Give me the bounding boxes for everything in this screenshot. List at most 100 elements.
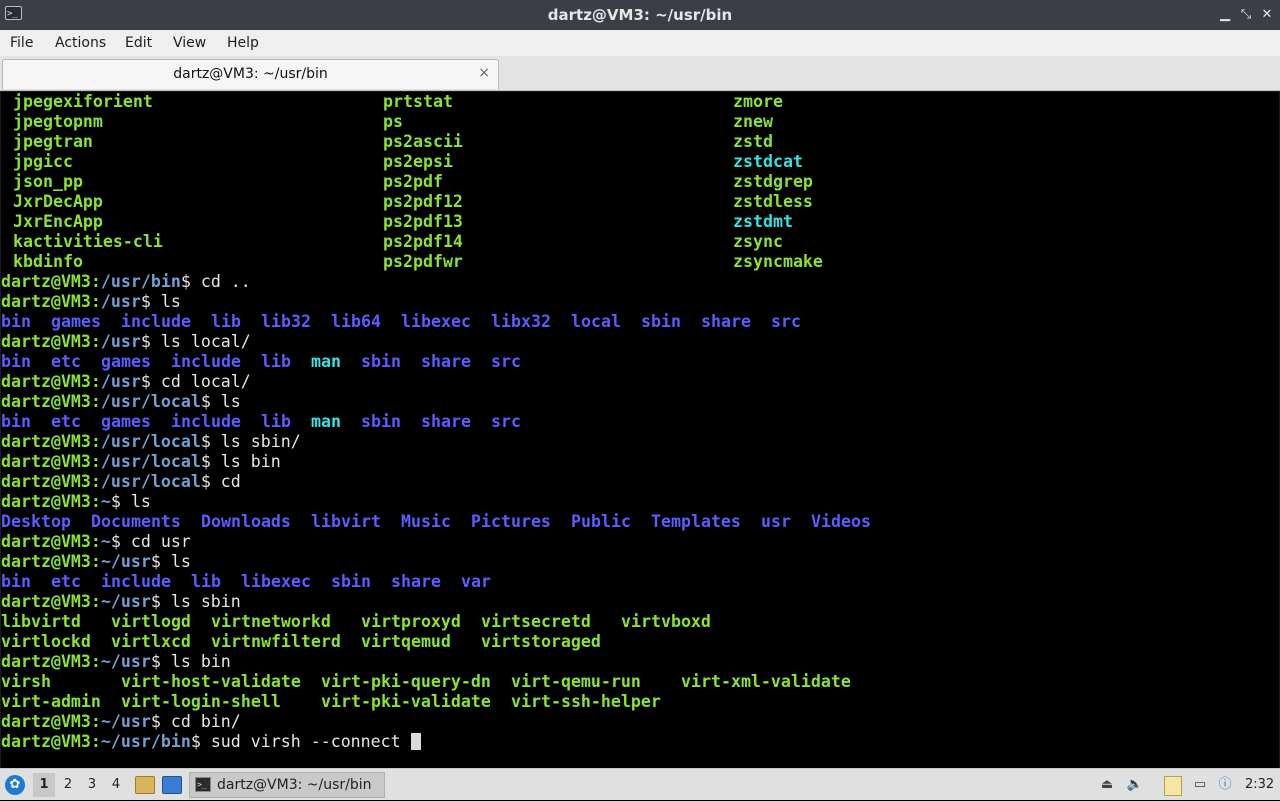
output-item: var — [461, 572, 491, 591]
output-item: virt-ssh-helper — [511, 692, 661, 711]
prompt-symbol: $ — [150, 652, 161, 671]
output-item: libvirtd — [1, 612, 81, 631]
output-item: bin — [1, 312, 31, 331]
tab-terminal[interactable]: dartz@VM3: ~/usr/bin × — [2, 59, 499, 89]
prompt-line: dartz@VM3:/usr/local$ ls — [1, 392, 241, 412]
minimize-button[interactable]: ▁ — [1216, 6, 1234, 24]
prompt-line: dartz@VM3:/usr$ cd local/ — [1, 372, 251, 392]
disk-icon[interactable]: ⏏ — [1098, 776, 1116, 794]
prompt-symbol: $ — [180, 272, 191, 291]
listing-item: zstdcat — [733, 152, 803, 171]
command-text: ls bin — [160, 652, 231, 671]
output-item: include — [171, 412, 241, 431]
command-text: ls bin — [210, 452, 281, 471]
command-text: ls — [210, 392, 241, 411]
command-text: ls — [160, 552, 191, 571]
output-item: libvirt — [311, 512, 381, 531]
output-item: bin — [1, 412, 31, 431]
workspace-4[interactable]: 4 — [105, 773, 127, 797]
desktop-icon[interactable] — [162, 776, 182, 794]
prompt-path: ~ — [100, 532, 111, 551]
prompt-line: dartz@VM3:~$ ls — [1, 492, 151, 512]
prompt-path: /usr/local — [100, 392, 201, 411]
maximize-button[interactable]: ⤡ — [1237, 6, 1255, 24]
clock[interactable]: 2:32 — [1245, 769, 1274, 801]
prompt-symbol: $ — [200, 392, 211, 411]
output-item: virt-admin — [1, 692, 101, 711]
listing-item: zsyncmake — [733, 252, 823, 271]
prompt-user: dartz@VM3: — [1, 272, 101, 291]
output-item: games — [101, 412, 151, 431]
start-menu-icon[interactable]: ✿ — [5, 775, 25, 795]
prompt-path: ~/usr — [100, 552, 151, 571]
output-item: virt-pki-validate — [321, 692, 491, 711]
listing-item: zstdless — [733, 192, 813, 211]
output-item: etc — [51, 412, 81, 431]
listing-item: jpegtopnm — [13, 112, 103, 131]
command-text: sud virsh --connect — [200, 732, 411, 751]
workspace-1[interactable]: 1 — [33, 773, 55, 797]
menu-view[interactable]: View — [173, 30, 206, 56]
text-cursor — [410, 733, 421, 750]
output-item: man — [311, 352, 341, 371]
output-item: libx32 — [491, 312, 551, 331]
listing-item: json_pp — [13, 172, 83, 191]
output-item: Templates — [651, 512, 741, 531]
listing-item: zmore — [733, 92, 783, 111]
output-item: virtsecretd — [481, 612, 591, 631]
taskbar-task-terminal[interactable]: >_ dartz@VM3: ~/usr/bin — [189, 772, 385, 798]
listing-item: znew — [733, 112, 773, 131]
menu-help[interactable]: Help — [227, 30, 259, 56]
window-title: dartz@VM3: ~/usr/bin — [547, 6, 733, 24]
command-text: cd .. — [190, 272, 251, 291]
listing-item: ps2pdf14 — [383, 232, 463, 251]
output-item: sbin — [331, 572, 371, 591]
output-item: src — [491, 352, 521, 371]
menu-file[interactable]: File — [10, 30, 33, 56]
prompt-line: dartz@VM3:~/usr$ cd bin/ — [1, 712, 241, 732]
prompt-line: dartz@VM3:/usr$ ls — [1, 292, 181, 312]
menu-actions[interactable]: Actions — [55, 30, 106, 56]
close-button[interactable]: ✕ — [1258, 6, 1276, 24]
tab-close-icon[interactable]: × — [478, 60, 490, 86]
listing-item: ps2epsi — [383, 152, 453, 171]
prompt-user: dartz@VM3: — [1, 332, 101, 351]
listing-item: prtstat — [383, 92, 453, 111]
output-item: games — [101, 352, 151, 371]
clipboard-icon[interactable] — [1164, 776, 1182, 796]
output-item: virtnetworkd — [211, 612, 331, 631]
terminal-view[interactable]: jpegexiforient prtstat zmore jpegtopnm ps zne… — [0, 91, 1280, 769]
output-item: virtstoraged — [481, 632, 601, 651]
update-notifier-icon[interactable]: ⓘ — [1216, 776, 1234, 794]
output-item: Music — [401, 512, 451, 531]
prompt-user: dartz@VM3: — [1, 592, 101, 611]
listing-item: jpgicc — [13, 152, 73, 171]
volume-icon[interactable]: 🔈 — [1126, 776, 1144, 794]
prompt-user: dartz@VM3: — [1, 732, 101, 751]
listing-item: kactivities-cli — [13, 232, 163, 251]
prompt-line: dartz@VM3:/usr$ ls local/ — [1, 332, 251, 352]
command-text: cd bin/ — [160, 712, 241, 731]
terminal-icon: >_ — [195, 777, 211, 792]
prompt-symbol: $ — [140, 292, 151, 311]
prompt-path: /usr — [100, 332, 141, 351]
output-item: virt-xml-validate — [681, 672, 851, 691]
prompt-path: /usr — [100, 292, 141, 311]
taskbar: ✿ 1 2 3 4 >_ dartz@VM3: ~/usr/bin ⏏ 🔈 ▭ … — [0, 768, 1280, 800]
window-titlebar: >_ dartz@VM3: ~/usr/bin ▁ ⤡ ✕ — [0, 0, 1280, 30]
workspace-2[interactable]: 2 — [57, 773, 79, 797]
monitor-icon[interactable]: ▭ — [1191, 776, 1209, 794]
prompt-path: /usr/local — [100, 452, 201, 471]
command-text: cd usr — [120, 532, 191, 551]
command-text: cd local/ — [150, 372, 251, 391]
output-item: virt-pki-query-dn — [321, 672, 491, 691]
prompt-symbol: $ — [110, 532, 121, 551]
output-item: local — [571, 312, 621, 331]
workspace-3[interactable]: 3 — [81, 773, 103, 797]
output-item: virt-login-shell — [121, 692, 281, 711]
output-item: src — [491, 412, 521, 431]
file-manager-icon[interactable] — [135, 776, 155, 794]
output-item: share — [391, 572, 441, 591]
prompt-path: /usr/local — [100, 472, 201, 491]
menu-edit[interactable]: Edit — [125, 30, 152, 56]
